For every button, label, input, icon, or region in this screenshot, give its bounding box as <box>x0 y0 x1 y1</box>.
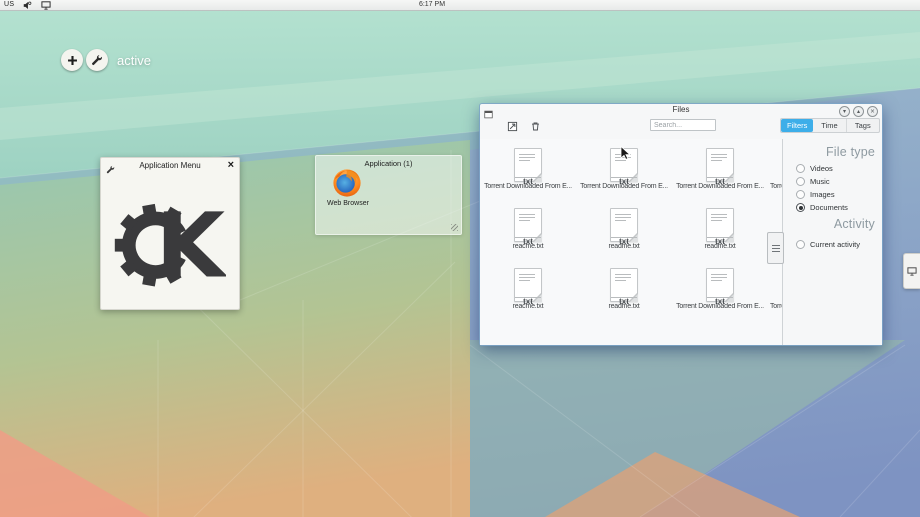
file-item[interactable]: txt reacme.txt <box>480 208 576 260</box>
file-type-heading: File type <box>826 145 875 159</box>
file-item[interactable]: txt readme.txt <box>576 208 672 260</box>
wrench-icon <box>91 54 103 66</box>
plus-icon <box>66 54 79 67</box>
grid-row: txt reacme.txt txt readme.txt txt Torren… <box>480 268 782 320</box>
file-item[interactable]: txt readme.txt <box>576 268 672 320</box>
filetype-option-music[interactable]: Music <box>796 176 830 187</box>
configure-activity-button[interactable] <box>86 49 108 71</box>
splitter-handle[interactable] <box>767 232 784 264</box>
panel-handle[interactable] <box>903 253 920 289</box>
window-controls: ▾ ▴ × <box>836 106 878 117</box>
file-label: reacme.txt <box>480 243 576 250</box>
activity-heading: Activity <box>834 217 875 231</box>
filter-sidebar: File type Videos Music Images Documents … <box>783 139 882 345</box>
window-title: Files <box>480 105 882 114</box>
file-label: Torrent Downloaded From E... <box>672 183 768 190</box>
close-icon[interactable]: × <box>228 158 234 172</box>
desktop: US 6:17 PM active Application Menu × <box>0 0 920 517</box>
volume-icon[interactable] <box>23 0 32 10</box>
resize-grip-icon[interactable] <box>451 224 458 231</box>
keyboard-layout-indicator[interactable]: US <box>4 0 14 10</box>
file-label: Torrent Downloaded From E... <box>672 303 768 310</box>
minimize-button[interactable]: ▾ <box>839 106 850 117</box>
application-widget[interactable]: Application (1) Web Browser <box>315 155 462 235</box>
file-label: Torre... <box>768 183 782 190</box>
file-label: reacme.txt <box>480 303 576 310</box>
maximize-button[interactable]: ▴ <box>853 106 864 117</box>
filetype-option-videos[interactable]: Videos <box>796 163 833 174</box>
display-icon[interactable] <box>41 0 51 10</box>
text-file-icon: txt <box>514 268 542 302</box>
text-file-icon: txt <box>610 268 638 302</box>
radio-icon <box>796 164 805 173</box>
radio-icon <box>796 190 805 199</box>
activity-controls: active <box>61 49 151 71</box>
file-item[interactable]: txt readme.txt <box>672 208 768 260</box>
add-activity-button[interactable] <box>61 49 83 71</box>
file-item[interactable]: txt Torrent Downloaded From E... <box>672 148 768 200</box>
file-item[interactable]: txt Torrent Downloaded From E... <box>480 148 576 200</box>
clock[interactable]: 6:17 PM <box>402 0 462 10</box>
filetype-option-images[interactable]: Images <box>796 189 835 200</box>
close-button[interactable]: × <box>867 106 878 117</box>
radio-selected-icon <box>796 203 805 212</box>
filetype-option-documents[interactable]: Documents <box>796 202 848 213</box>
kde-logo: K <box>114 174 226 302</box>
app-label[interactable]: Web Browser <box>316 200 380 207</box>
text-file-icon: txt <box>610 208 638 242</box>
titlebar[interactable]: Files ▾ ▴ × <box>480 104 882 117</box>
tab-time[interactable]: Time <box>813 119 846 132</box>
mouse-cursor <box>620 146 632 161</box>
widget-title: Application (1) <box>316 159 461 168</box>
display-icon <box>907 267 917 276</box>
widget-title: Application Menu <box>101 161 239 170</box>
firefox-icon[interactable] <box>332 168 362 198</box>
file-label: readme.txt <box>576 303 672 310</box>
file-item[interactable]: Torre... <box>768 148 782 200</box>
file-grid: txt Torrent Downloaded From E... txt Tor… <box>480 139 782 345</box>
trash-icon[interactable] <box>529 120 542 133</box>
text-file-icon: txt <box>706 148 734 182</box>
activity-option-current[interactable]: Current activity <box>796 239 860 250</box>
file-label: readme.txt <box>576 243 672 250</box>
activity-label: active <box>117 53 151 68</box>
file-label: Torre... <box>768 303 782 310</box>
file-item[interactable]: Torre... <box>768 268 782 320</box>
file-label: readme.txt <box>672 243 768 250</box>
text-file-icon: txt <box>514 208 542 242</box>
grid-row: txt reacme.txt txt readme.txt txt readme… <box>480 208 782 260</box>
filter-tabs: Filters Time Tags <box>780 118 880 133</box>
files-window: Files ▾ ▴ × Filters Time Tags <box>480 104 882 345</box>
text-file-icon: txt <box>706 268 734 302</box>
file-item[interactable]: txt Torrent Downloaded From E... <box>672 268 768 320</box>
preview-icon[interactable] <box>506 120 519 133</box>
toolbar: Filters Time Tags <box>480 117 882 139</box>
svg-text:K: K <box>156 194 226 298</box>
radio-icon <box>796 240 805 249</box>
file-item[interactable]: txt reacme.txt <box>480 268 576 320</box>
top-panel: US 6:17 PM <box>0 0 920 11</box>
file-label: Torrent Downloaded From E... <box>480 183 576 190</box>
text-file-icon: txt <box>706 208 734 242</box>
tab-tags[interactable]: Tags <box>847 119 879 132</box>
file-label: Torrent Downloaded From E... <box>576 183 672 190</box>
radio-icon <box>796 177 805 186</box>
search-input[interactable] <box>650 119 716 131</box>
text-file-icon: txt <box>514 148 542 182</box>
application-menu-header: Application Menu × <box>101 158 239 172</box>
tab-filters[interactable]: Filters <box>781 119 813 132</box>
application-menu-widget[interactable]: Application Menu × K <box>100 157 240 310</box>
